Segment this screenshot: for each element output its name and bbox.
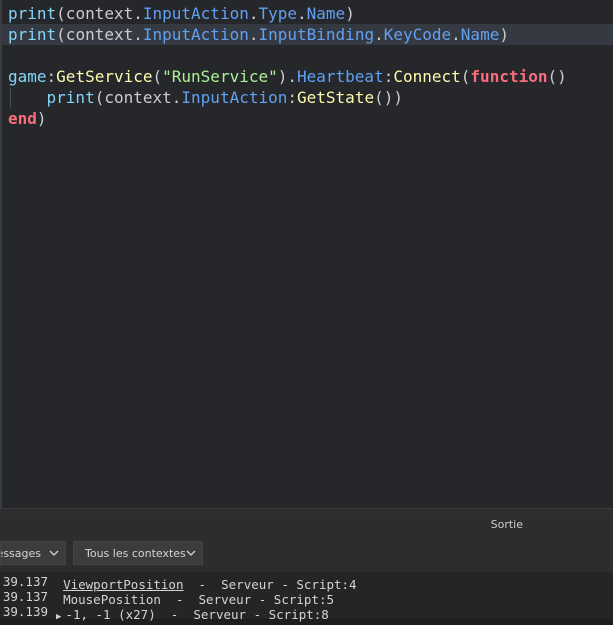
output-panel-title: Sortie	[490, 518, 523, 531]
code-token: )	[499, 25, 509, 44]
code-token: GetState	[297, 88, 375, 107]
code-token: end	[8, 109, 37, 128]
log-timestamp: 39.137	[2, 589, 48, 604]
code-line[interactable]: print(context.InputAction.InputBinding.K…	[2, 24, 613, 45]
code-token: Heartbeat	[297, 67, 384, 86]
log-source: - Serveur - Script:8	[155, 607, 329, 622]
code-editor[interactable]: print(context.InputAction.Type.Name) prin…	[0, 0, 613, 508]
code-token: Name	[460, 25, 500, 44]
code-token: Name	[306, 4, 346, 23]
code-token: KeyCode	[383, 25, 452, 44]
chevron-down-icon	[186, 550, 196, 556]
output-log-line[interactable]: 39.139 ▶ -1, -1 (x27) - Serveur - Script:8	[0, 604, 329, 622]
code-token: :	[287, 88, 298, 107]
log-message: -1, -1 (x27)	[65, 607, 156, 622]
code-token: (	[152, 67, 163, 86]
code-token: :	[46, 67, 57, 86]
code-token: (context.	[56, 25, 143, 44]
code-token: ()	[547, 67, 567, 86]
code-token: ).	[277, 67, 297, 86]
contexts-filter-label: Tous les contextes	[85, 546, 186, 560]
code-token: print	[8, 25, 57, 44]
code-token: (context.	[56, 4, 143, 23]
code-token: print	[8, 4, 57, 23]
output-log[interactable]: 39.137 ViewportPosition - Serveur - Scri…	[0, 572, 613, 622]
code-token: (context.	[94, 88, 182, 107]
code-token: print	[46, 88, 95, 107]
chevron-down-icon	[49, 550, 59, 556]
code-token: (	[460, 67, 471, 86]
code-token: .	[297, 4, 307, 23]
code-line[interactable]: print(context.InputAction.Type.Name)	[8, 3, 355, 24]
code-token: .	[451, 25, 461, 44]
code-token: Type	[258, 4, 298, 23]
code-token: GetService	[56, 67, 153, 86]
log-timestamp: 39.137	[2, 574, 48, 589]
code-token: .	[374, 25, 384, 44]
code-token: InputAction	[142, 4, 249, 23]
output-log-line[interactable]: 39.137 MousePosition - Serveur - Script:…	[0, 589, 334, 607]
code-line[interactable]: game:GetService("RunService").Heartbeat:…	[8, 66, 567, 87]
output-panel: Sortie essages Tous les contextes 39.137…	[0, 514, 613, 622]
code-token: InputAction	[142, 25, 249, 44]
code-token: ())	[374, 88, 403, 107]
contexts-filter-dropdown[interactable]: Tous les contextes	[73, 541, 203, 565]
messages-filter-dropdown[interactable]: essages	[0, 541, 66, 565]
log-timestamp: 39.139	[2, 604, 48, 619]
code-token: Connect	[393, 67, 461, 86]
output-log-line[interactable]: 39.137 ViewportPosition - Serveur - Scri…	[0, 574, 357, 592]
code-token: )	[345, 4, 355, 23]
output-filter-bar: essages Tous les contextes	[0, 541, 613, 567]
code-token: game	[8, 67, 47, 86]
code-token: "RunService"	[162, 67, 278, 86]
code-token: function	[470, 67, 548, 86]
code-token: InputBinding	[258, 25, 375, 44]
code-token: )	[36, 109, 47, 128]
expand-triangle-icon[interactable]: ▶	[56, 612, 61, 622]
code-token: InputAction	[181, 88, 288, 107]
code-token: :	[383, 67, 394, 86]
messages-filter-label: essages	[1, 546, 41, 560]
code-line[interactable]: end)	[8, 108, 47, 129]
code-line[interactable]: print(context.InputAction:GetState())	[8, 87, 403, 108]
output-panel-header: Sortie	[0, 514, 613, 538]
